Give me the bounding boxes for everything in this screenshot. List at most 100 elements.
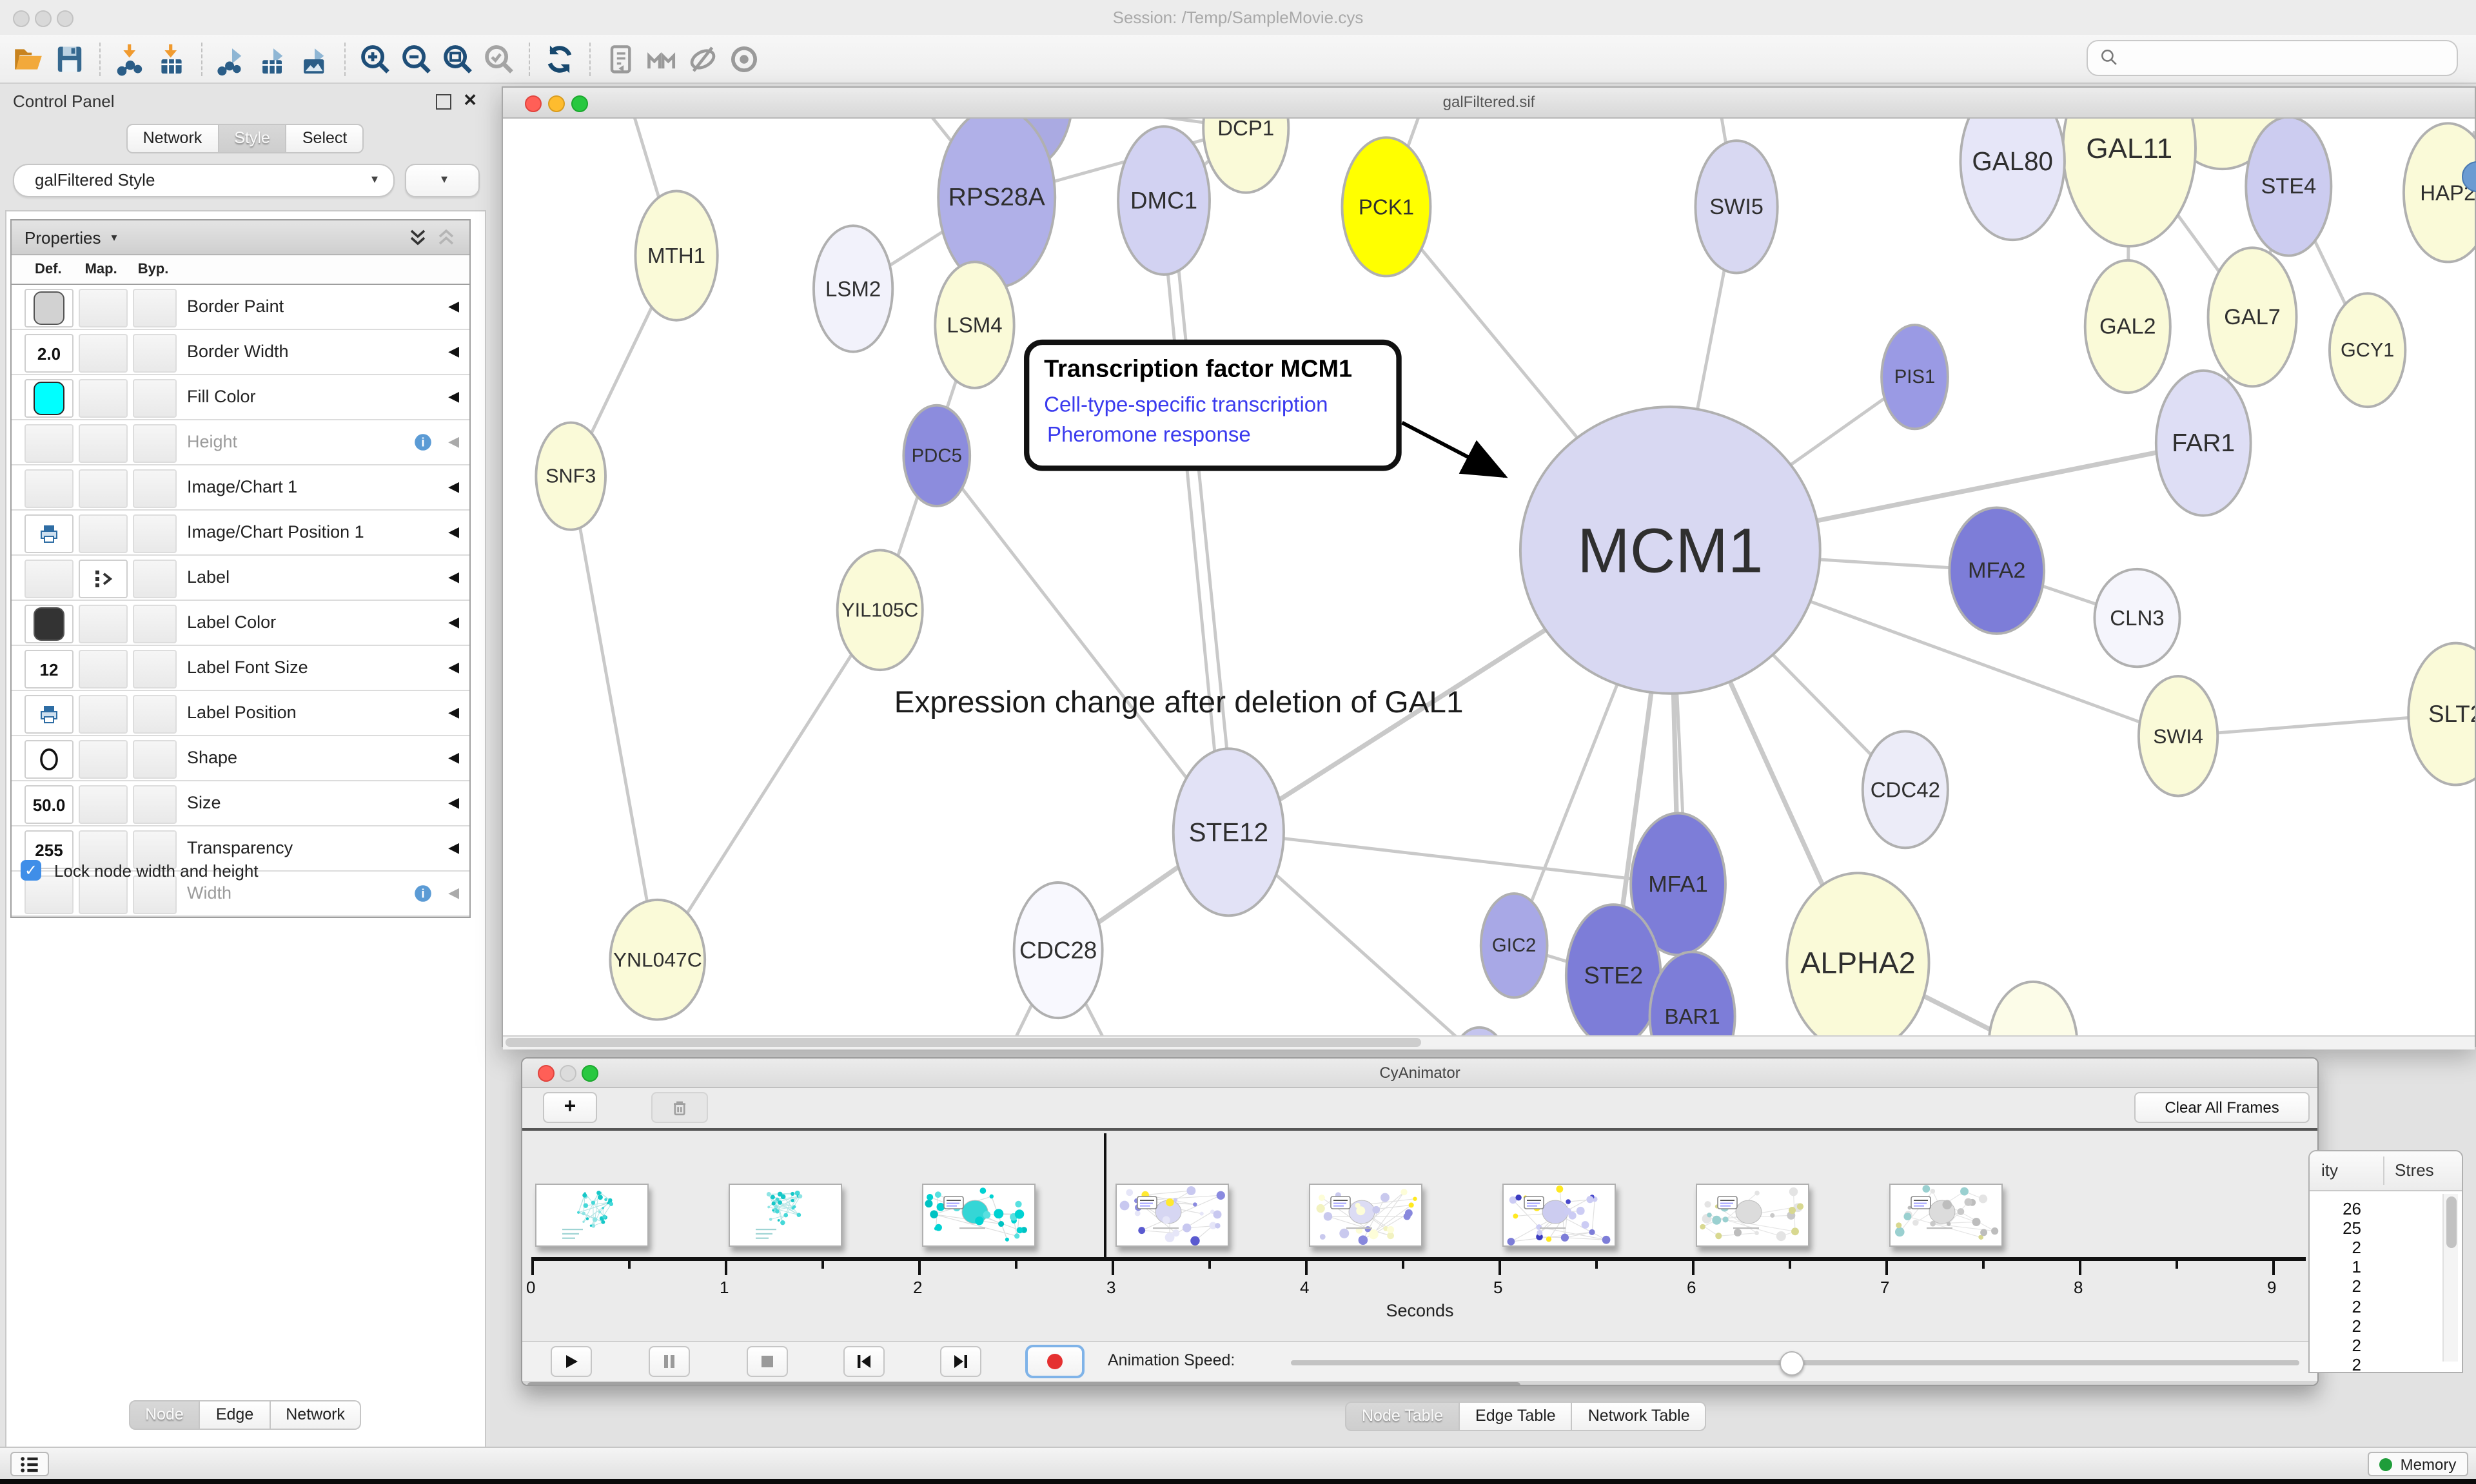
- table-cell-value[interactable]: 2: [2308, 1296, 2361, 1316]
- map-cell[interactable]: [79, 650, 128, 688]
- property-row-label-font-size[interactable]: 12Label Font Size◀: [12, 646, 469, 691]
- network-node-mcm1[interactable]: MCM1: [1520, 407, 1820, 694]
- table-cell-value[interactable]: 1: [2308, 1258, 2361, 1277]
- expand-row-icon[interactable]: ◀: [448, 826, 459, 870]
- property-row-size[interactable]: 50.0Size◀: [12, 781, 469, 826]
- property-row-fill-color[interactable]: Fill Color◀: [12, 375, 469, 420]
- byp-cell[interactable]: [133, 334, 177, 373]
- network-node-ste4[interactable]: STE4: [2246, 119, 2331, 256]
- network-node-gal80[interactable]: GAL80: [1960, 119, 2064, 240]
- clear-all-frames-button[interactable]: Clear All Frames: [2134, 1092, 2310, 1123]
- network-node-swi4[interactable]: SWI4: [2139, 676, 2217, 796]
- map-cell[interactable]: [79, 875, 128, 914]
- binoculars-button[interactable]: [641, 38, 682, 79]
- def-cell[interactable]: [25, 514, 74, 553]
- def-cell[interactable]: [25, 560, 74, 598]
- caption-annotation[interactable]: Expression change after deletion of GAL1: [894, 685, 1464, 719]
- network-node-pis1[interactable]: PIS1: [1882, 325, 1948, 429]
- byp-cell[interactable]: [133, 740, 177, 779]
- table-cell-value[interactable]: 2: [2308, 1335, 2361, 1354]
- zoom-out-button[interactable]: [396, 38, 437, 79]
- zoom-in-button[interactable]: [355, 38, 396, 79]
- expand-row-icon[interactable]: ◀: [448, 330, 459, 374]
- save-button[interactable]: [49, 38, 90, 79]
- hide-button[interactable]: [682, 38, 723, 79]
- property-row-shape[interactable]: Shape◀: [12, 736, 469, 781]
- byp-cell[interactable]: [133, 424, 177, 463]
- pause-button[interactable]: [649, 1346, 690, 1377]
- tab-select[interactable]: Select: [287, 124, 364, 153]
- def-cell[interactable]: [25, 289, 74, 327]
- map-cell[interactable]: [79, 289, 128, 327]
- map-cell[interactable]: [79, 334, 128, 373]
- network-node-cdc28[interactable]: CDC28: [1014, 883, 1103, 1018]
- network-node-dcp1[interactable]: DCP1: [1203, 119, 1288, 193]
- style-selector[interactable]: galFiltered Style ▾: [13, 164, 395, 197]
- refresh-button[interactable]: [539, 38, 580, 79]
- def-cell[interactable]: 12: [25, 650, 74, 688]
- style-target-tab-network[interactable]: Network: [270, 1400, 362, 1430]
- frame-thumbnail-5[interactable]: [1502, 1184, 1616, 1247]
- byp-cell[interactable]: [133, 514, 177, 553]
- network-window-titlebar[interactable]: galFiltered.sif: [503, 88, 2475, 119]
- export-network-button[interactable]: [211, 38, 253, 79]
- export-image-button[interactable]: [294, 38, 335, 79]
- checkbox-checked-icon[interactable]: ✓: [21, 860, 41, 881]
- byp-cell[interactable]: [133, 785, 177, 824]
- minimize-window-light[interactable]: [35, 10, 52, 27]
- network-node-mth1[interactable]: MTH1: [635, 191, 717, 320]
- mcm1-annotation[interactable]: Transcription factor MCM1Cell-type-speci…: [1027, 342, 1504, 476]
- network-canvas[interactable]: RPS28ADMC1DCP1PCK1MTH1LSM2LSM4SNF3PDC5YI…: [503, 119, 2475, 1035]
- network-node-gic2[interactable]: GIC2: [1481, 893, 1548, 997]
- frame-thumbnail-7[interactable]: [1889, 1184, 2003, 1247]
- close-window-light[interactable]: [13, 10, 30, 27]
- float-panel-icon[interactable]: [436, 94, 451, 110]
- network-node-lsm2[interactable]: LSM2: [814, 226, 892, 351]
- network-node-far1[interactable]: FAR1: [2156, 371, 2251, 516]
- eye-button[interactable]: [723, 38, 765, 79]
- zoom-window-light[interactable]: [57, 10, 74, 27]
- timeline-area[interactable]: 0123456789 Seconds: [522, 1128, 2317, 1341]
- style-target-tab-edge[interactable]: Edge: [201, 1400, 270, 1430]
- frame-thumbnail-2[interactable]: [922, 1184, 1036, 1247]
- network-horizontal-scrollbar[interactable]: [503, 1035, 2475, 1050]
- tab-network[interactable]: Network: [126, 124, 219, 153]
- play-button[interactable]: [551, 1346, 592, 1377]
- network-node-dmc1[interactable]: DMC1: [1118, 126, 1210, 275]
- record-button[interactable]: [1025, 1345, 1085, 1378]
- table-column-stress[interactable]: Stres: [2395, 1160, 2434, 1180]
- scrollbar-thumb[interactable]: [506, 1038, 1421, 1047]
- def-cell[interactable]: [25, 469, 74, 508]
- table-vertical-scrollbar[interactable]: [2442, 1194, 2458, 1362]
- expand-row-icon[interactable]: ◀: [448, 691, 459, 735]
- animation-speed-slider[interactable]: [1291, 1360, 2299, 1365]
- expand-row-icon[interactable]: ◀: [448, 601, 459, 645]
- expand-row-icon[interactable]: ◀: [448, 465, 459, 509]
- cyanimator-scrollbar[interactable]: [522, 1381, 2317, 1386]
- zoom-icon[interactable]: [571, 95, 588, 112]
- collapse-all-icon[interactable]: [436, 227, 457, 248]
- property-row-image-chart-position-1[interactable]: Image/Chart Position 1◀: [12, 511, 469, 556]
- style-options-button[interactable]: ▾: [405, 164, 480, 197]
- close-panel-icon[interactable]: ✕: [463, 90, 477, 111]
- expand-row-icon[interactable]: ◀: [448, 736, 459, 780]
- previous-frame-button[interactable]: [843, 1346, 885, 1377]
- network-node-lsm4[interactable]: LSM4: [935, 262, 1014, 387]
- map-cell[interactable]: [79, 469, 128, 508]
- table-cell-value[interactable]: 25: [2308, 1218, 2361, 1238]
- byp-cell[interactable]: [133, 605, 177, 643]
- byp-cell[interactable]: [133, 650, 177, 688]
- network-node-gcy1[interactable]: GCY1: [2330, 293, 2405, 407]
- def-cell[interactable]: [25, 424, 74, 463]
- byp-cell[interactable]: [133, 379, 177, 418]
- stop-button[interactable]: [747, 1346, 788, 1377]
- map-cell[interactable]: [79, 695, 128, 734]
- timeline-playhead[interactable]: [1104, 1133, 1106, 1257]
- properties-header[interactable]: Properties ▾: [12, 220, 469, 255]
- expand-row-icon[interactable]: ◀: [448, 646, 459, 690]
- network-node-swi5[interactable]: SWI5: [1695, 141, 1777, 273]
- column-divider[interactable]: [2383, 1157, 2384, 1185]
- expand-row-icon[interactable]: ◀: [448, 872, 459, 915]
- table-tab-network-table[interactable]: Network Table: [1573, 1401, 1707, 1431]
- task-history-button[interactable]: [10, 1452, 49, 1476]
